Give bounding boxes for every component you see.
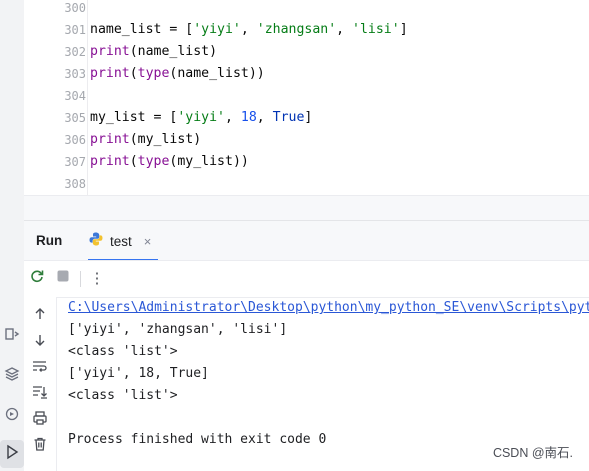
code-token: ]	[399, 22, 408, 37]
code-token: True	[272, 110, 305, 125]
run-panel-header: Run test ×	[24, 220, 589, 261]
run-tool-button[interactable]	[0, 440, 24, 468]
code-token: type	[137, 66, 170, 81]
arrow-up-icon	[33, 307, 47, 326]
output-line: ['yiyi', 18, True]	[68, 366, 209, 381]
code-token: print	[90, 154, 130, 169]
layers-tool-button[interactable]	[0, 362, 24, 390]
line-number: 308	[64, 177, 86, 191]
soft-wrap-button[interactable]	[28, 357, 52, 379]
trash-icon	[32, 436, 48, 457]
line-number-gutter: 300 301 302 303 304 305 306 307 308	[24, 0, 88, 195]
run-toolbar: ⋮	[24, 260, 589, 298]
structure-tool-button[interactable]	[0, 322, 24, 350]
code-line[interactable]: my_list = ['yiyi', 18, True]	[90, 107, 312, 129]
editor-bottom-gap	[24, 195, 589, 221]
code-token: (name_list))	[169, 66, 265, 81]
stop-icon	[56, 269, 70, 288]
rerun-button[interactable]	[26, 267, 48, 289]
line-number: 307	[64, 155, 86, 169]
run-panel-title: Run	[36, 233, 63, 248]
code-line[interactable]: print(type(name_list))	[90, 63, 265, 85]
code-token: 'zhangsan'	[256, 22, 337, 37]
code-token: (	[129, 66, 138, 81]
tab-test-label: test	[110, 233, 132, 249]
print-button[interactable]	[28, 409, 52, 431]
code-token: ,	[224, 110, 241, 125]
code-line[interactable]: name_list = ['yiyi', 'zhangsan', 'lisi']	[90, 19, 408, 41]
stop-button[interactable]	[52, 267, 74, 289]
code-token: 'yiyi'	[193, 22, 241, 37]
line-number: 302	[64, 45, 86, 59]
print-icon	[32, 410, 48, 431]
gutter-separator	[87, 0, 88, 195]
code-line[interactable]: print(my_list)	[90, 129, 201, 151]
output-line: <class 'list'>	[68, 344, 178, 359]
toolbar-divider	[80, 271, 81, 287]
code-token: print	[90, 44, 130, 59]
code-line[interactable]: print(name_list)	[90, 41, 217, 63]
code-token: (	[129, 154, 138, 169]
code-token: (my_list)	[129, 132, 202, 147]
scroll-down-button[interactable]	[28, 331, 52, 353]
output-line: ['yiyi', 'zhangsan', 'lisi']	[68, 322, 288, 337]
code-token: my_list = [	[90, 110, 178, 125]
line-number: 300	[64, 1, 86, 15]
soft-wrap-icon	[32, 359, 48, 378]
code-token: print	[90, 132, 130, 147]
line-number: 305	[64, 111, 86, 125]
code-token: 'yiyi'	[177, 110, 225, 125]
layers-icon	[4, 366, 20, 387]
clear-all-button[interactable]	[28, 435, 52, 457]
ide-window: 300 301 302 303 304 305 306 307 308 name_list = …	[0, 0, 589, 471]
line-number: 303	[64, 67, 86, 81]
code-line[interactable]: print(type(my_list))	[90, 151, 249, 173]
debug-icon	[4, 406, 20, 427]
code-token: ,	[256, 110, 273, 125]
line-number: 301	[64, 23, 86, 37]
debug-tool-button[interactable]	[0, 402, 24, 430]
scroll-up-button[interactable]	[28, 305, 52, 327]
more-vertical-icon: ⋮	[89, 270, 105, 287]
console-side-toolbar	[24, 297, 57, 471]
close-icon[interactable]: ×	[144, 234, 152, 249]
code-token: name_list = [	[90, 22, 194, 37]
code-token: (my_list))	[169, 154, 249, 169]
code-token: 'lisi'	[352, 22, 400, 37]
watermark: CSDN @南石.	[492, 446, 573, 460]
process-finished-line: Process finished with exit code 0	[68, 432, 327, 447]
output-line: <class 'list'>	[68, 388, 178, 403]
scroll-to-end-icon	[32, 385, 48, 404]
code-token: ]	[304, 110, 313, 125]
line-number: 304	[64, 89, 86, 103]
tool-window-stripe	[0, 0, 25, 471]
command-path-link[interactable]: C:\Users\Administrator\Desktop\python\my…	[68, 297, 589, 319]
python-icon	[88, 231, 104, 252]
tab-test[interactable]: test ×	[88, 221, 158, 261]
run-icon	[4, 444, 20, 465]
more-options-button[interactable]: ⋮	[86, 267, 108, 289]
code-token: type	[137, 154, 170, 169]
code-token: print	[90, 66, 130, 81]
rerun-icon	[29, 268, 45, 289]
code-editor[interactable]: 300 301 302 303 304 305 306 307 308 name_list = …	[24, 0, 589, 195]
code-token: (name_list)	[129, 44, 218, 59]
arrow-down-icon	[33, 333, 47, 352]
code-token: ,	[240, 22, 257, 37]
structure-icon	[4, 326, 20, 347]
code-token: ,	[336, 22, 353, 37]
scroll-to-end-button[interactable]	[28, 383, 52, 405]
line-number: 306	[64, 133, 86, 147]
code-token: 18	[240, 110, 257, 125]
